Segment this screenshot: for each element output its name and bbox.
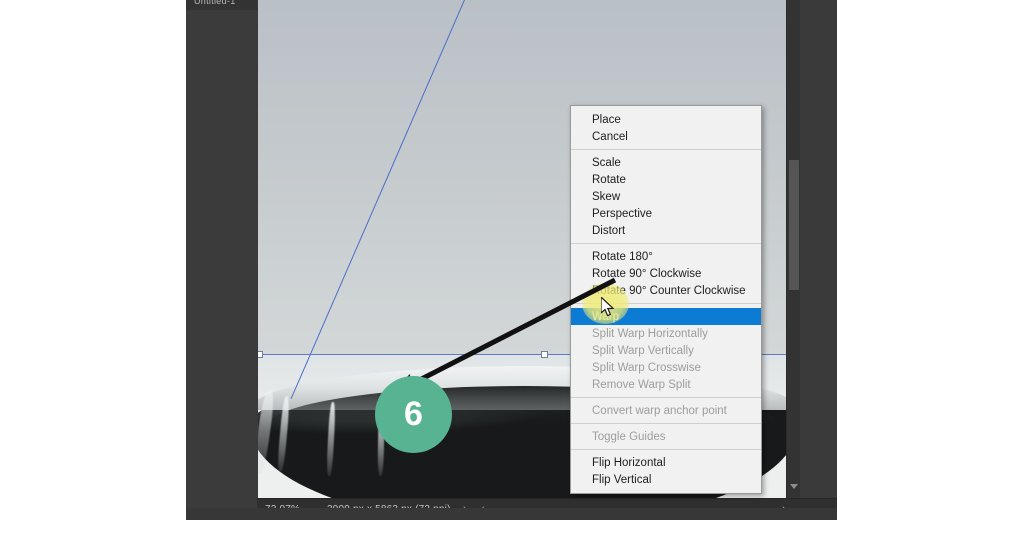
- menu-item-split-warp-horizontally: Split Warp Horizontally: [592, 327, 708, 340]
- menu-separator: [571, 423, 761, 424]
- document-tab-label[interactable]: Untitled-1: [194, 0, 236, 6]
- chevron-down-icon[interactable]: [790, 484, 798, 489]
- canvas-vertical-scrollbar[interactable]: [786, 0, 801, 498]
- menu-item-flip-horizontal[interactable]: Flip Horizontal: [571, 454, 761, 471]
- menu-item-perspective[interactable]: Perspective: [571, 205, 761, 222]
- menu-item-flip-vertical[interactable]: Flip Vertical: [571, 471, 761, 488]
- menu-item-scale[interactable]: Scale: [571, 154, 761, 171]
- screenshot-root: Untitled-1 Place Cancel Scale Rotate Ske…: [0, 0, 1024, 538]
- window-bottom-edge: [186, 508, 837, 520]
- menu-item-split-warp-crosswise: Split Warp Crosswise: [592, 361, 701, 374]
- menu-item-skew[interactable]: Skew: [571, 188, 761, 205]
- scrollbar-thumb[interactable]: [789, 160, 799, 290]
- menu-item-toggle-guides: Toggle Guides: [592, 430, 666, 443]
- menu-group: Place Cancel: [571, 110, 761, 146]
- menu-item-distort[interactable]: Distort: [571, 222, 761, 239]
- menu-item-rotate-180[interactable]: Rotate 180°: [571, 248, 761, 265]
- canvas-right-gutter: [800, 0, 837, 508]
- transform-handle-left[interactable]: [258, 351, 263, 358]
- menu-separator: [571, 243, 761, 244]
- menu-item-split-warp-vertically: Split Warp Vertically: [592, 344, 694, 357]
- menu-item-rotate-90-counter-clockwise[interactable]: Rotate 90° Counter Clockwise: [571, 282, 761, 299]
- menu-item-rotate[interactable]: Rotate: [571, 171, 761, 188]
- transform-handle-middle[interactable]: [541, 351, 548, 358]
- menu-group: Rotate 180° Rotate 90° Clockwise Rotate 90…: [571, 247, 761, 300]
- menu-item-place[interactable]: Place: [571, 111, 761, 128]
- menu-separator: [571, 149, 761, 150]
- menu-group: Toggle Guides: [571, 427, 761, 446]
- menu-separator: [571, 303, 761, 304]
- menu-item-rotate-90-clockwise[interactable]: Rotate 90° Clockwise: [571, 265, 761, 282]
- menu-group: Flip Horizontal Flip Vertical: [571, 453, 761, 489]
- menu-separator: [571, 397, 761, 398]
- menu-group: Warp Split Warp Horizontally Split Warp Ve…: [571, 307, 761, 394]
- transform-context-menu[interactable]: Place Cancel Scale Rotate Skew Perspective Dis…: [570, 105, 762, 494]
- menu-item-convert-warp-anchor-point: Convert warp anchor point: [592, 404, 727, 417]
- menu-separator: [571, 449, 761, 450]
- menu-item-warp[interactable]: Warp: [571, 308, 761, 325]
- annotation-step-badge: 6: [375, 376, 452, 453]
- menu-group: Scale Rotate Skew Perspective Distort: [571, 153, 761, 240]
- menu-item-remove-warp-split: Remove Warp Split: [592, 378, 691, 391]
- menu-item-cancel[interactable]: Cancel: [571, 128, 761, 145]
- menu-group: Convert warp anchor point: [571, 401, 761, 420]
- mouse-cursor-icon: [601, 297, 615, 317]
- left-tool-panel[interactable]: [186, 10, 258, 508]
